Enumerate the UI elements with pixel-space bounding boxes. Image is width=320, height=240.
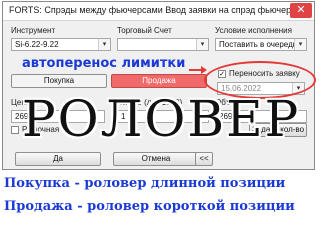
account-label: Торговый Счет [117,26,172,35]
cancel-button[interactable]: Отмена [113,152,199,166]
sell-button[interactable]: Продажа [111,74,207,88]
instrument-select[interactable]: Si-6.22-9.22 ▾ [11,38,111,51]
buy-button[interactable]: Покупка [11,74,107,88]
chevron-down-icon: ▾ [98,39,110,50]
exec-condition-label: Условие исполнения [215,26,292,35]
ok-button[interactable]: Да [15,152,101,166]
chevron-down-icon: ▾ [294,39,306,50]
exec-condition-value: Поставить в очередь [219,40,297,49]
close-button[interactable]: ✕ [290,3,312,18]
title-bar: FORTS: Спрэды между фьючерсами Ввод заяв… [3,2,314,21]
chevron-down-icon: ▾ [196,39,208,50]
instrument-label: Инструмент [11,26,56,35]
rollover-title: РОЛОВЕР [22,90,301,148]
market-checkbox[interactable] [11,126,19,134]
exec-condition-select[interactable]: Поставить в очередь ▾ [215,38,307,51]
window-title: FORTS: Спрэды между фьючерсами Ввод заяв… [9,5,306,15]
caption-buy: Покупка - роловер длинной позиции [4,176,286,191]
back-button[interactable]: << [195,152,213,166]
account-select[interactable]: ▾ [117,38,209,51]
caption-sell: Продажа - роловер короткой позиции [4,199,295,214]
autotransfer-caption: автоперенос лимитки [22,56,186,71]
instrument-value: Si-6.22-9.22 [15,40,59,49]
arrow-right-icon [189,66,207,74]
